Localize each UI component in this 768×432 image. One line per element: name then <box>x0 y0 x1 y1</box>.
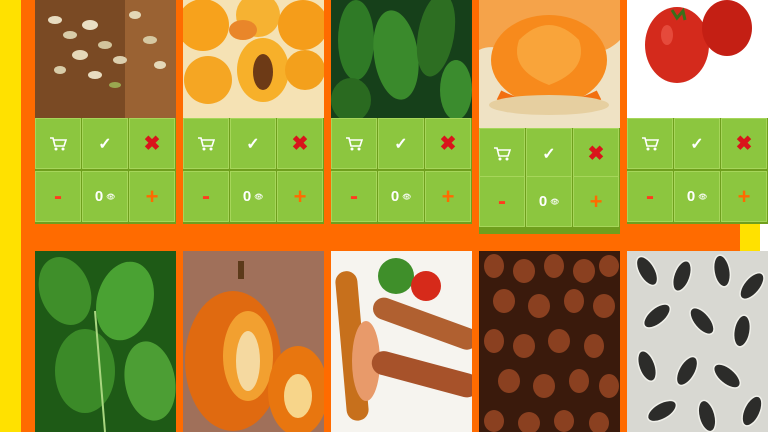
left-yellow-strip <box>0 0 21 432</box>
x-icon: ✖ <box>587 143 605 165</box>
decrease-button[interactable]: - <box>627 171 673 222</box>
decrease-button[interactable]: - <box>35 171 81 222</box>
x-icon: ✖ <box>143 133 161 155</box>
eye-icon: 👁 <box>698 193 708 201</box>
check-icon: ✓ <box>98 135 112 153</box>
tomatoes-controls: ✓ ✖ - 0 👁 + <box>627 118 768 224</box>
add-to-cart-button[interactable] <box>35 118 81 169</box>
apricots-image[interactable] <box>183 0 324 118</box>
right-yellow-marker <box>740 222 760 251</box>
plus-label: + <box>441 183 455 209</box>
pistachios-controls: ✓ ✖ - 0 👁 + <box>35 118 176 224</box>
check-icon: ✓ <box>394 135 408 153</box>
cucumbers-image[interactable] <box>331 0 472 118</box>
sausages-image[interactable] <box>331 251 472 432</box>
quantity-value: 0 <box>390 188 400 205</box>
sunflower-seeds-picture <box>627 251 768 432</box>
add-to-cart-button[interactable] <box>479 128 525 179</box>
add-to-cart-button[interactable] <box>183 118 229 169</box>
confirm-button[interactable]: ✓ <box>230 118 276 169</box>
plus-label: + <box>737 183 751 209</box>
cart-icon <box>198 136 215 150</box>
x-icon: ✖ <box>735 133 753 155</box>
tomatoes-image[interactable] <box>627 0 768 118</box>
remove-button[interactable]: ✖ <box>573 128 619 179</box>
remove-button[interactable]: ✖ <box>129 118 175 169</box>
apricots-picture <box>183 0 324 118</box>
tangerine-controls: ✓ ✖ - 0 👁 + <box>479 128 620 234</box>
quantity-value: 0 <box>242 188 252 205</box>
quantity-display: 0 👁 <box>526 176 572 227</box>
quantity-display: 0 👁 <box>82 171 128 222</box>
minus-label: - <box>202 182 210 210</box>
x-icon: ✖ <box>291 133 309 155</box>
remove-button[interactable]: ✖ <box>277 118 323 169</box>
plus-label: + <box>145 183 159 209</box>
tangerine-picture <box>479 0 620 128</box>
cucumbers-controls: ✓ ✖ - 0 👁 + <box>331 118 472 224</box>
decrease-button[interactable]: - <box>479 176 525 227</box>
increase-button[interactable]: + <box>277 171 323 222</box>
plus-label: + <box>293 183 307 209</box>
eye-icon: 👁 <box>550 198 560 206</box>
plus-label: + <box>589 188 603 214</box>
add-to-cart-button[interactable] <box>627 118 673 169</box>
eye-icon: 👁 <box>402 193 412 201</box>
tangerine-image[interactable] <box>479 0 620 128</box>
decrease-button[interactable]: - <box>331 171 377 222</box>
apricots-controls: ✓ ✖ - 0 👁 + <box>183 118 324 224</box>
hazelnuts-picture <box>479 251 620 432</box>
cart-icon <box>642 136 659 150</box>
eye-icon: 👁 <box>254 193 264 201</box>
hazelnuts-image[interactable] <box>479 251 620 432</box>
pumpkin-picture <box>183 251 324 432</box>
pistachios-image[interactable] <box>35 0 176 118</box>
x-icon: ✖ <box>439 133 457 155</box>
quantity-value: 0 <box>686 188 696 205</box>
quantity-display: 0 👁 <box>674 171 720 222</box>
cucumbers-picture <box>331 0 472 118</box>
cart-icon <box>50 136 67 150</box>
check-icon: ✓ <box>246 135 260 153</box>
decrease-button[interactable]: - <box>183 171 229 222</box>
eye-icon: 👁 <box>106 193 116 201</box>
quantity-display: 0 👁 <box>378 171 424 222</box>
spinach-image[interactable] <box>35 251 176 432</box>
cart-icon <box>346 136 363 150</box>
pumpkin-image[interactable] <box>183 251 324 432</box>
minus-label: - <box>54 182 62 210</box>
check-icon: ✓ <box>542 145 556 163</box>
add-to-cart-button[interactable] <box>331 118 377 169</box>
check-icon: ✓ <box>690 135 704 153</box>
quantity-value: 0 <box>538 193 548 210</box>
confirm-button[interactable]: ✓ <box>82 118 128 169</box>
remove-button[interactable]: ✖ <box>721 118 767 169</box>
increase-button[interactable]: + <box>721 171 767 222</box>
increase-button[interactable]: + <box>573 176 619 227</box>
increase-button[interactable]: + <box>129 171 175 222</box>
increase-button[interactable]: + <box>425 171 471 222</box>
minus-label: - <box>350 182 358 210</box>
confirm-button[interactable]: ✓ <box>378 118 424 169</box>
confirm-button[interactable]: ✓ <box>526 128 572 179</box>
pistachios-picture <box>35 0 176 118</box>
sunflower-seeds-image[interactable] <box>627 251 768 432</box>
tomatoes-picture <box>627 0 768 118</box>
sausages-picture <box>331 251 472 432</box>
spinach-picture <box>35 251 176 432</box>
quantity-display: 0 👁 <box>230 171 276 222</box>
cart-icon <box>494 146 511 160</box>
quantity-value: 0 <box>94 188 104 205</box>
confirm-button[interactable]: ✓ <box>674 118 720 169</box>
minus-label: - <box>498 187 506 215</box>
remove-button[interactable]: ✖ <box>425 118 471 169</box>
minus-label: - <box>646 182 654 210</box>
